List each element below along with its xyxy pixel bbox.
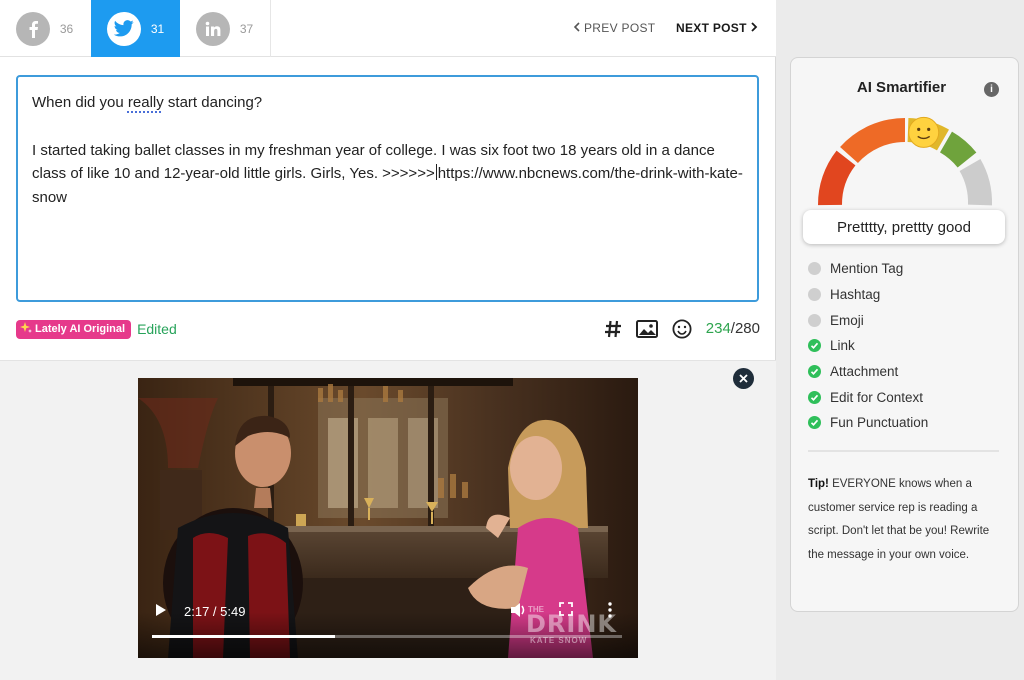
twitter-icon [106, 11, 141, 46]
ai-panel-title: AI Smartifier [856, 79, 947, 96]
status-dot-icon [808, 390, 821, 404]
gauge-segment-green [939, 131, 977, 168]
image-icon[interactable] [635, 320, 658, 338]
editor-status-row: Lately AI Original Edited 234/280 [16, 318, 760, 340]
status-dot-icon [808, 339, 821, 353]
post-body: I started taking ballet classes in my fr… [32, 141, 743, 206]
tab-facebook[interactable]: 36 [0, 0, 89, 57]
checklist-item: Fun Punctuation [808, 410, 928, 436]
ai-panel-divider [808, 450, 999, 452]
video-time: 2:17 / 5:49 [184, 604, 246, 619]
tab-count: 36 [59, 21, 74, 36]
score-verdict: Pretttty, prettty good [803, 210, 1005, 244]
tab-count: 31 [150, 21, 165, 36]
status-dot-icon [808, 288, 821, 302]
hashtag-icon[interactable] [604, 320, 622, 338]
ai-original-badge: Lately AI Original [16, 319, 132, 339]
spellcheck-word[interactable]: really [128, 94, 164, 111]
video-player[interactable]: 2:17 / 5:49 THE DRINK KATE SNOW [138, 378, 638, 658]
edited-label: Edited [137, 321, 177, 337]
volume-icon[interactable] [510, 602, 528, 623]
play-icon[interactable] [154, 602, 168, 623]
post-text-editor[interactable]: When did you really start dancing? I sta… [16, 75, 759, 302]
linkedin-icon [195, 11, 230, 46]
chevron-right-icon [751, 21, 758, 35]
gauge-segment-red [818, 150, 856, 206]
checklist-item: Attachment [808, 359, 928, 385]
remove-media-button[interactable] [733, 368, 754, 389]
video-progress-bar[interactable] [152, 635, 622, 638]
status-dot-icon [808, 313, 821, 327]
editor-tools: 234/280 [604, 319, 760, 339]
tab-divider [270, 0, 271, 57]
editor-panel: 36 31 37 PREV POST NEXT POST When did yo… [0, 0, 776, 680]
checklist-item: Emoji [808, 307, 928, 333]
close-icon [739, 371, 748, 386]
checklist-item: Link [808, 333, 928, 359]
score-gauge [818, 116, 993, 206]
network-tabs: 36 31 37 PREV POST NEXT POST [0, 0, 776, 57]
ai-tip: Tip! EVERYONE knows when a customer serv… [808, 478, 990, 561]
text-caret [435, 164, 437, 180]
tab-twitter[interactable]: 31 [91, 0, 180, 57]
next-post-button[interactable]: NEXT POST [676, 21, 758, 35]
sparkle-icon [20, 321, 32, 337]
gauge-needle [908, 116, 940, 148]
post-question: When did you really start dancing? [32, 94, 263, 111]
character-count: 234/280 [705, 320, 760, 337]
status-dot-icon [808, 262, 821, 276]
ai-smartifier-panel: AI Smartifier i Pretttty, prettty good M… [790, 57, 1019, 612]
prev-post-label: PREV POST [584, 21, 656, 35]
gauge-segment-orange [840, 117, 906, 164]
tab-count: 37 [239, 21, 254, 36]
emoji-icon[interactable] [672, 319, 692, 339]
gauge-segment-gray [959, 159, 993, 206]
status-dot-icon [808, 416, 821, 430]
more-options-icon[interactable] [608, 602, 612, 623]
checklist-item: Hashtag [808, 282, 928, 308]
fullscreen-icon[interactable] [559, 602, 573, 621]
checklist-item: Edit for Context [808, 384, 928, 410]
prev-post-button[interactable]: PREV POST [573, 21, 655, 35]
info-icon[interactable]: i [984, 82, 999, 97]
status-dot-icon [808, 365, 821, 379]
facebook-icon [15, 11, 50, 46]
chevron-left-icon [573, 21, 580, 35]
ai-checklist: Mention Tag Hashtag Emoji Link Attachmen… [808, 256, 928, 436]
next-post-label: NEXT POST [676, 21, 747, 35]
tab-linkedin[interactable]: 37 [180, 0, 269, 57]
checklist-item: Mention Tag [808, 256, 928, 282]
video-progress-fill [152, 635, 336, 638]
